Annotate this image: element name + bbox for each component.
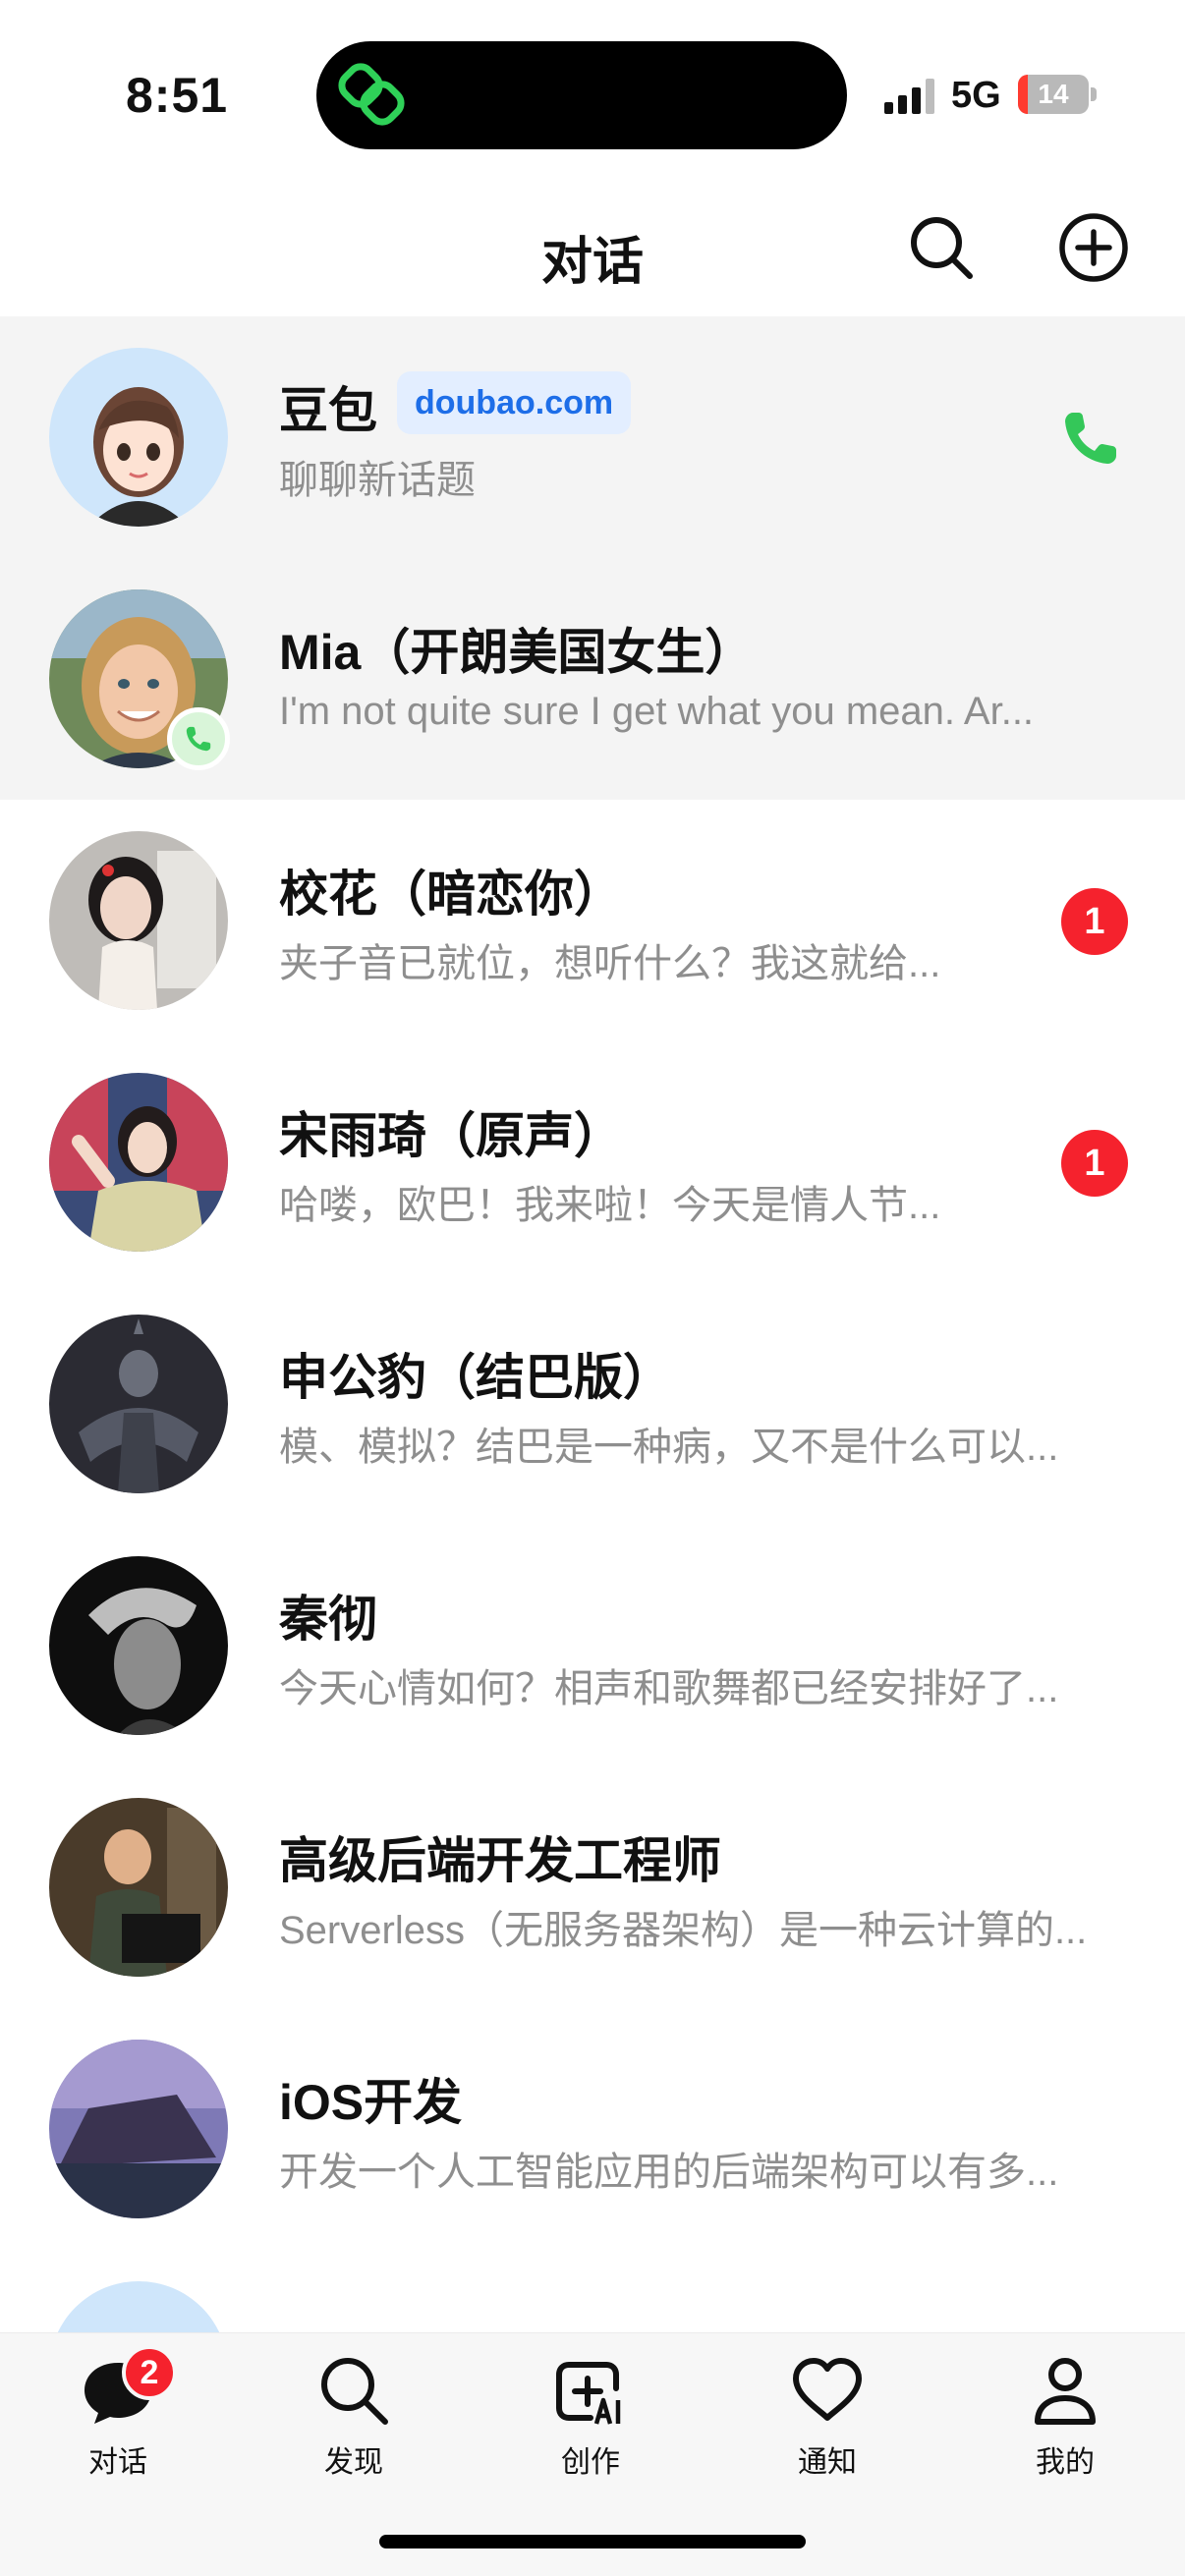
tab-label: 发现 [324, 2446, 383, 2479]
link-rings-icon [338, 63, 405, 126]
tab-discover[interactable]: 发现 [275, 2333, 432, 2491]
avatar[interactable] [49, 1798, 228, 1977]
person-icon [1035, 2358, 1096, 2425]
status-bar: 8:51 5G 14 [0, 0, 1185, 177]
voice-call-badge [167, 707, 230, 770]
cellular-signal-icon [884, 79, 934, 114]
conversation-preview: 哈喽，欧巴！我来啦！今天是情人节... [279, 1184, 941, 1227]
avatar[interactable] [49, 2040, 228, 2218]
conversation-row[interactable]: 宋雨琦（原声） 哈喽，欧巴！我来啦！今天是情人节... 1 [0, 1041, 1185, 1283]
page-title: 对话 [540, 234, 644, 291]
conversation-row[interactable] [0, 2250, 1185, 2332]
heart-icon [793, 2358, 862, 2421]
conversation-name: 宋雨琦（原声） [279, 1108, 623, 1163]
battery-icon: 14 [1018, 75, 1097, 114]
avatar[interactable] [49, 1315, 228, 1493]
conversation-name: Mia（开朗美国女生） [279, 625, 755, 680]
dynamic-island [316, 41, 847, 149]
conversation-preview: Serverless（无服务器架构）是一种云计算的... [279, 1909, 1088, 1952]
conversation-row[interactable]: 高级后端开发工程师 Serverless（无服务器架构）是一种云计算的... [0, 1766, 1185, 2008]
conversation-row[interactable]: 豆包 doubao.com 聊聊新话题 [0, 316, 1185, 558]
plus-circle-icon [1059, 213, 1128, 282]
unread-badge: 1 [1061, 888, 1128, 955]
avatar[interactable] [49, 348, 228, 527]
conversation-name: 豆包 [279, 383, 377, 438]
conversation-row[interactable]: Mia（开朗美国女生） I'm not quite sure I get wha… [0, 558, 1185, 800]
search-button[interactable] [904, 210, 979, 285]
conversation-name: 申公豹（结巴版） [279, 1350, 672, 1405]
home-indicator [379, 2535, 806, 2548]
conversation-list[interactable]: 豆包 doubao.com 聊聊新话题 Mia（开朗美国女生） I'm not … [0, 316, 1185, 2332]
search-icon [911, 217, 973, 279]
conversation-name: iOS开发 [279, 2075, 463, 2130]
tab-notifications[interactable]: 通知 [749, 2333, 906, 2491]
avatar[interactable] [49, 1556, 228, 1735]
nav-header: 对话 [0, 177, 1185, 314]
status-time: 8:51 [126, 68, 229, 123]
conversation-row[interactable]: 申公豹（结巴版） 模、模拟？结巴是一种病，又不是什么可以... [0, 1283, 1185, 1525]
conversation-preview: I'm not quite sure I get what you mean. … [279, 690, 1035, 733]
avatar[interactable] [49, 1073, 228, 1252]
tab-create[interactable]: 创作 [512, 2333, 669, 2491]
new-chat-button[interactable] [1056, 210, 1131, 285]
phone-icon[interactable] [1059, 407, 1122, 470]
conversation-preview: 今天心情如何？相声和歌舞都已经安排好了... [279, 1667, 1059, 1710]
conversation-preview: 夹子音已就位，想听什么？我这就给... [279, 942, 941, 985]
tab-badge: 2 [122, 2345, 177, 2400]
conversation-name: 校花（暗恋你） [279, 867, 623, 922]
tab-label: 通知 [798, 2446, 857, 2479]
tab-me[interactable]: 我的 [987, 2333, 1144, 2491]
unread-badge: 1 [1061, 1130, 1128, 1197]
tab-label: 创作 [561, 2446, 620, 2479]
conversation-preview: 开发一个人工智能应用的后端架构可以有多... [279, 2151, 1059, 2194]
avatar[interactable] [49, 2281, 228, 2332]
phone-icon [186, 726, 211, 752]
conversation-preview: 聊聊新话题 [279, 459, 476, 502]
battery-percent: 14 [1038, 79, 1069, 109]
conversation-name: 秦彻 [279, 1592, 377, 1647]
create-ai-icon [556, 2362, 621, 2425]
avatar[interactable] [49, 831, 228, 1010]
search-icon [321, 2358, 388, 2425]
conversations-screen: 8:51 5G 14 对话 豆包 doubao.com 聊聊新话题 Mia（开朗… [0, 0, 1185, 2576]
domain-tag: doubao.com [397, 371, 632, 434]
tab-chat[interactable]: 2 对话 [39, 2333, 197, 2491]
conversation-preview: 模、模拟？结巴是一种病，又不是什么可以... [279, 1426, 1059, 1469]
conversation-row[interactable]: iOS开发 开发一个人工智能应用的后端架构可以有多... [0, 2008, 1185, 2250]
tab-label: 我的 [1036, 2446, 1095, 2479]
conversation-name: 高级后端开发工程师 [279, 1833, 721, 1888]
conversation-row[interactable]: 秦彻 今天心情如何？相声和歌舞都已经安排好了... [0, 1525, 1185, 1766]
tab-label: 对话 [88, 2446, 147, 2479]
network-type: 5G [951, 75, 1001, 116]
conversation-row[interactable]: 校花（暗恋你） 夹子音已就位，想听什么？我这就给... 1 [0, 800, 1185, 1041]
